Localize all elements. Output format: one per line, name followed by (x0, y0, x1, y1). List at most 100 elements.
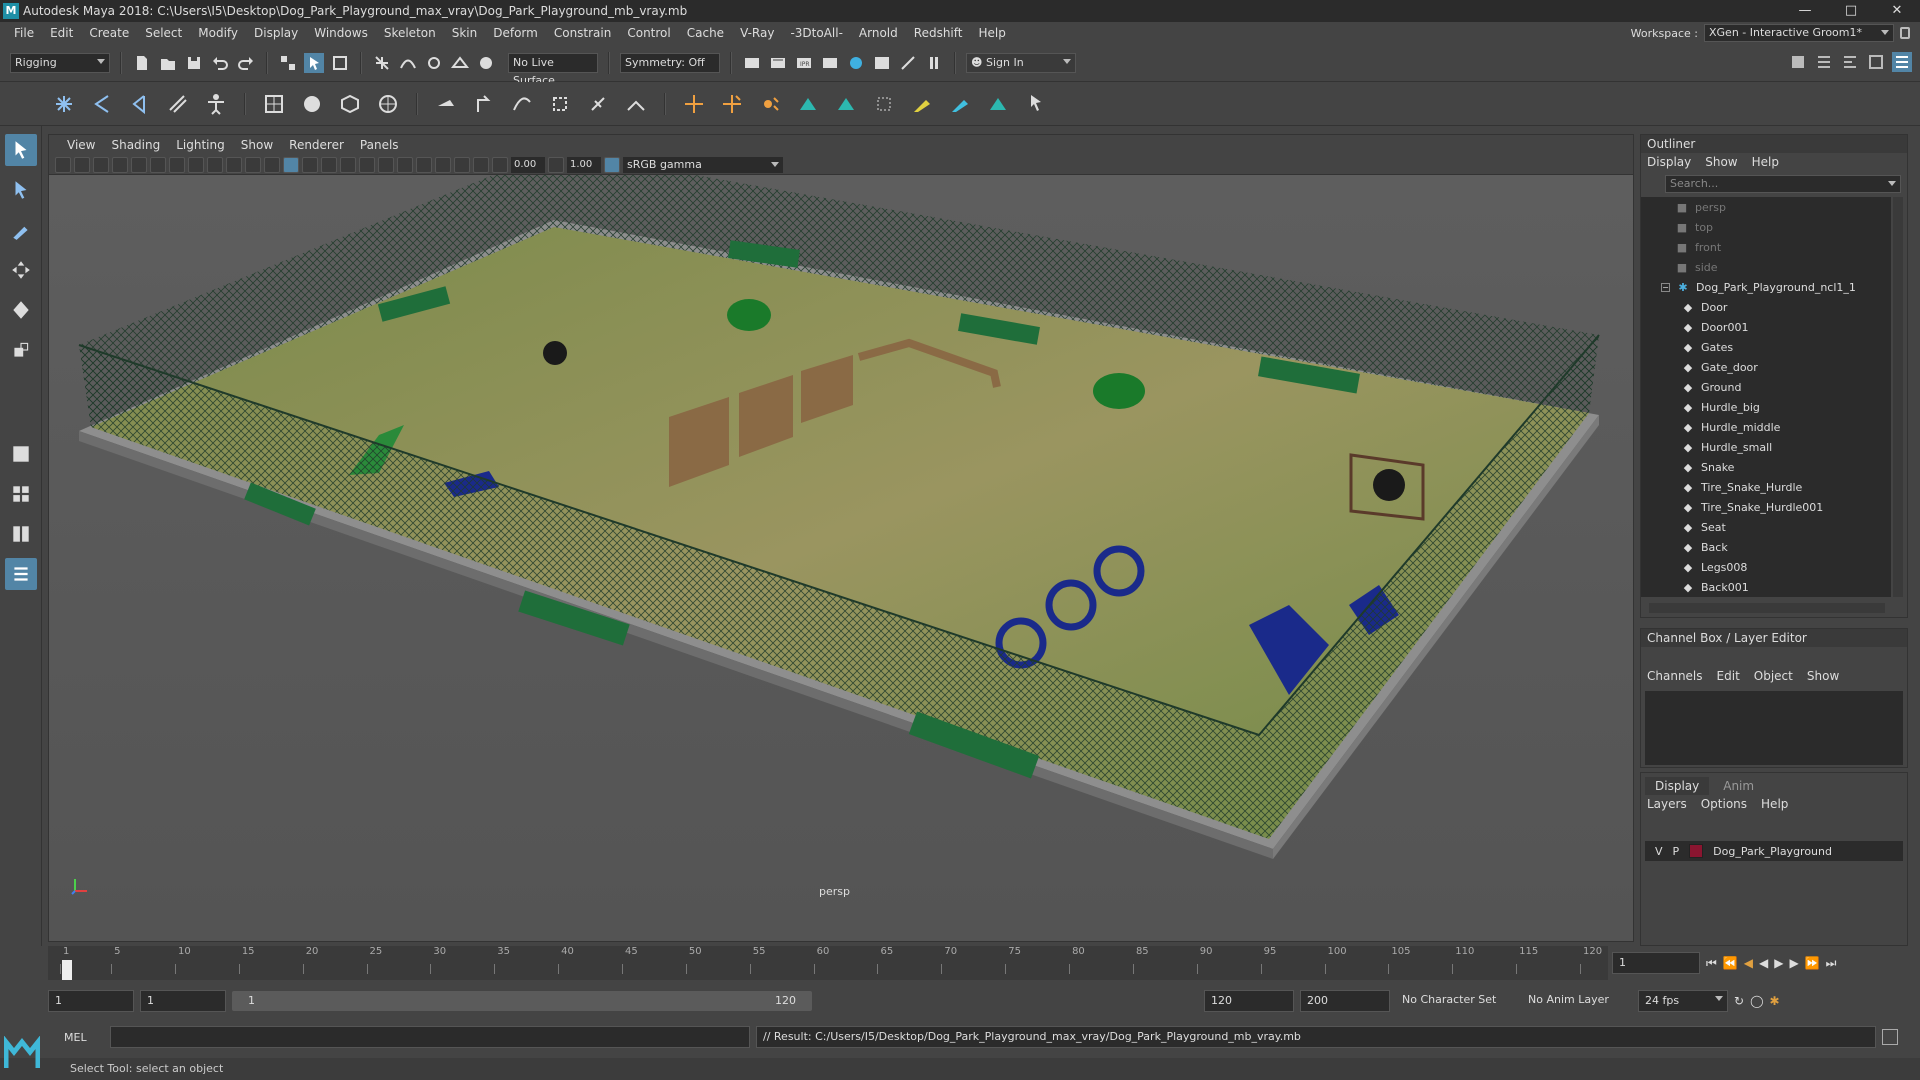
single-view-icon[interactable] (5, 438, 37, 470)
textured-icon[interactable] (321, 156, 337, 173)
new-scene-icon[interactable] (132, 53, 152, 73)
minimize-button[interactable]: — (1782, 0, 1828, 22)
scale-tool-icon[interactable] (5, 334, 37, 366)
orient-constraint-icon[interactable] (756, 90, 784, 118)
lasso-tool-icon[interactable] (5, 174, 37, 206)
menu-control[interactable]: Control (619, 26, 678, 40)
select-object-icon[interactable] (304, 52, 324, 73)
humanik-icon[interactable] (202, 90, 230, 118)
gate-mask-icon[interactable] (188, 156, 204, 173)
channel-menu-channels[interactable]: Channels (1647, 669, 1703, 683)
render-view-icon[interactable] (872, 53, 892, 73)
field-chart-icon[interactable] (207, 156, 223, 173)
outliner-item-door[interactable]: ◆ Door (1641, 297, 1891, 317)
select-skin-icon[interactable] (1022, 90, 1050, 118)
layer-menu-layers[interactable]: Layers (1647, 797, 1687, 811)
move-tool-icon[interactable] (5, 254, 37, 286)
menu-help[interactable]: Help (970, 26, 1013, 40)
save-scene-icon[interactable] (184, 53, 204, 73)
attribute-editor-icon[interactable] (1814, 52, 1834, 72)
mirror-weights-icon[interactable] (946, 90, 974, 118)
select-hierarchy-icon[interactable] (278, 53, 298, 73)
preferences-icon[interactable]: ✱ (1770, 994, 1780, 1008)
sculpt-deformer-icon[interactable] (584, 90, 612, 118)
panel-menu-lighting[interactable]: Lighting (168, 138, 233, 152)
undo-icon[interactable] (210, 53, 230, 73)
outliner-item-legs008[interactable]: ◆ Legs008 (1641, 557, 1891, 577)
smooth-shade-icon[interactable] (283, 156, 299, 173)
step-forward-key-icon[interactable]: ⏩ (1805, 956, 1820, 970)
wire-deformer-icon[interactable] (508, 90, 536, 118)
gamma-field[interactable]: 1.00 (567, 156, 601, 173)
paint-select-icon[interactable] (5, 214, 37, 246)
range-slider[interactable]: 1 120 (232, 991, 812, 1011)
outliner-item-snake[interactable]: ◆ Snake (1641, 457, 1891, 477)
xray-icon[interactable] (454, 156, 470, 173)
menu-display[interactable]: Display (246, 26, 306, 40)
outliner-item-persp[interactable]: ■ persp (1641, 197, 1891, 217)
close-button[interactable]: ✕ (1874, 0, 1920, 22)
channel-box-icon[interactable] (1866, 52, 1886, 72)
3d-scene-view[interactable] (49, 150, 1633, 941)
film-gate-icon[interactable] (150, 156, 166, 173)
channel-menu-object[interactable]: Object (1754, 669, 1793, 683)
layer-menu-options[interactable]: Options (1701, 797, 1747, 811)
render-sequence-icon[interactable] (768, 53, 788, 73)
outliner-item-hurdle-big[interactable]: ◆ Hurdle_big (1641, 397, 1891, 417)
menu-3dtoall[interactable]: -3DtoAll- (782, 26, 850, 40)
layer-color-swatch[interactable] (1689, 844, 1704, 858)
hypershade-icon[interactable] (846, 53, 866, 73)
outliner-item-gate-door[interactable]: ◆ Gate_door (1641, 357, 1891, 377)
outliner-item-root[interactable]: − ✱ Dog_Park_Playground_ncl1_1 (1641, 277, 1891, 297)
script-editor-icon[interactable] (1882, 1029, 1898, 1045)
layer-playback-toggle[interactable]: P (1673, 845, 1680, 858)
panel-menu-view[interactable]: View (59, 138, 103, 152)
cluster-icon[interactable] (432, 90, 460, 118)
snap-curve-icon[interactable] (398, 53, 418, 73)
xray-joints-icon[interactable] (473, 156, 489, 173)
snap-live-icon[interactable] (476, 53, 496, 73)
snap-point-icon[interactable] (424, 53, 444, 73)
animation-end-field[interactable]: 200 (1300, 990, 1390, 1012)
animation-start-field[interactable]: 1 (48, 990, 134, 1012)
nonlinear-deformer-icon[interactable] (546, 90, 574, 118)
outliner-menu-show[interactable]: Show (1705, 155, 1737, 169)
open-scene-icon[interactable] (158, 53, 178, 73)
layer-menu-help[interactable]: Help (1761, 797, 1788, 811)
ik-handle-icon[interactable] (88, 90, 116, 118)
command-input[interactable] (110, 1026, 750, 1048)
outliner-item-front[interactable]: ■ front (1641, 237, 1891, 257)
menu-vray[interactable]: V-Ray (732, 26, 782, 40)
bind-skin-icon[interactable] (260, 90, 288, 118)
shadows-icon[interactable] (359, 156, 375, 173)
menu-redshift[interactable]: Redshift (906, 26, 971, 40)
outliner-item-ground[interactable]: ◆ Ground (1641, 377, 1891, 397)
outliner-view-icon[interactable] (5, 558, 37, 590)
auto-key-icon[interactable]: ◯ (1750, 994, 1763, 1008)
menu-edit[interactable]: Edit (42, 26, 81, 40)
scale-constraint-icon[interactable] (832, 90, 860, 118)
menu-modify[interactable]: Modify (190, 26, 246, 40)
parent-constraint-icon[interactable] (794, 90, 822, 118)
pause-icon[interactable] (924, 53, 944, 73)
current-frame-field[interactable]: 1 (1612, 952, 1700, 974)
ipr-render-icon[interactable]: IPR (794, 53, 814, 73)
menu-arnold[interactable]: Arnold (851, 26, 906, 40)
go-to-end-icon[interactable]: ⏭ (1826, 956, 1837, 971)
camera-attributes-icon[interactable] (74, 156, 90, 173)
panel-menu-shading[interactable]: Shading (103, 138, 168, 152)
anti-aliasing-icon[interactable] (416, 156, 432, 173)
lattice-icon[interactable] (336, 90, 364, 118)
outliner-item-hurdle-small[interactable]: ◆ Hurdle_small (1641, 437, 1891, 457)
go-to-start-icon[interactable]: ⏮ (1706, 956, 1717, 971)
outliner-item-top[interactable]: ■ top (1641, 217, 1891, 237)
layer-row[interactable]: V P Dog_Park_Playground (1645, 841, 1903, 861)
snap-view-plane-icon[interactable] (450, 53, 470, 73)
view-transform-dropdown[interactable]: sRGB gamma (623, 156, 783, 173)
channel-menu-show[interactable]: Show (1807, 669, 1839, 683)
current-frame-marker[interactable] (62, 960, 72, 980)
outliner-menu-display[interactable]: Display (1647, 155, 1691, 169)
vray-frame-buffer-icon[interactable] (898, 53, 918, 73)
pole-vector-icon[interactable] (870, 90, 898, 118)
channel-menu-edit[interactable]: Edit (1717, 669, 1740, 683)
